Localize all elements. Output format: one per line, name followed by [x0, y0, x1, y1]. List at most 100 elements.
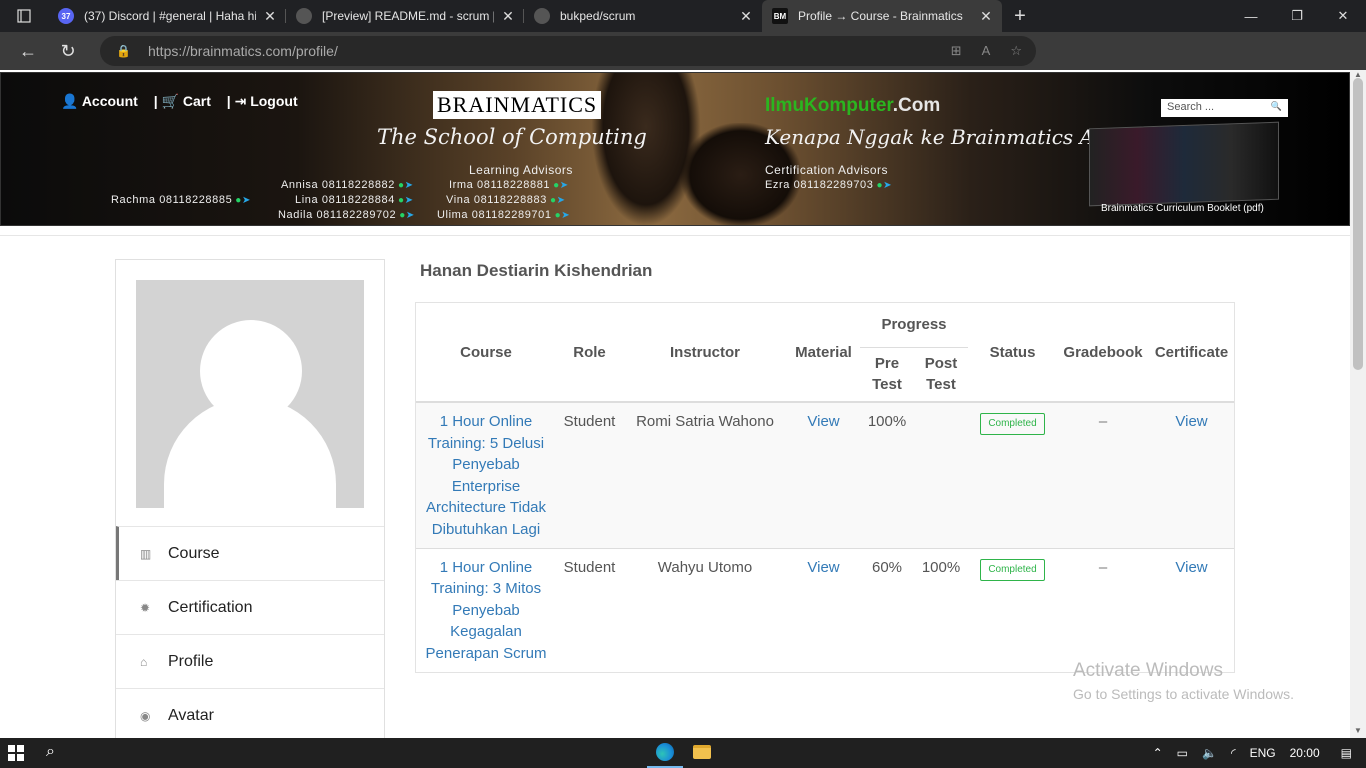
close-tab-icon[interactable]: ✕	[978, 8, 994, 25]
sidebar-item-avatar[interactable]: ◉ Avatar	[116, 688, 384, 738]
certificate-icon: ✹	[140, 600, 151, 615]
notifications-icon[interactable]: ▤	[1341, 746, 1352, 760]
tab-actions-icon	[17, 9, 31, 23]
logout-link[interactable]: ⇥ Logout	[235, 93, 304, 109]
site-search-input[interactable]: Search ... 🔍	[1161, 99, 1288, 117]
github-icon	[296, 8, 312, 24]
new-tab-button[interactable]: +	[1002, 5, 1038, 28]
language-indicator[interactable]: ENG	[1250, 746, 1276, 760]
contact-vina: Vina 08118228883 ●➤	[446, 194, 566, 206]
url-actions: ⊞ A ☆	[951, 43, 1022, 59]
contact-nadila: Nadila 081182289702 ●➤	[278, 209, 415, 221]
contact-lina: Lina 08118228884 ●➤	[295, 194, 414, 206]
course-link[interactable]: 1 Hour Online Training: 5 Delusi Penyeba…	[426, 413, 546, 538]
status-badge: Completed	[980, 558, 1045, 581]
browser-tab-bar: 37 (37) Discord | #general | Haha hi ✕ […	[0, 0, 1366, 32]
volume-icon[interactable]: 🔈	[1202, 746, 1217, 760]
app-available-icon[interactable]: ⊞	[951, 43, 962, 59]
windows-start-icon[interactable]	[8, 745, 24, 761]
back-button[interactable]: ←	[8, 32, 48, 70]
contact-annisa: Annisa 08118228882 ●➤	[281, 179, 414, 191]
contact-rachma: Rachma 08118228885 ●➤	[111, 194, 251, 206]
profile-name: Hanan Destiarin Kishendrian	[420, 261, 653, 280]
tab-brainmatics-profile[interactable]: BM Profile → Course - Brainmatics ✕	[762, 0, 1002, 32]
post-test-cell	[914, 402, 968, 548]
certificate-view-link[interactable]: View	[1175, 413, 1207, 430]
col-instructor: Instructor	[623, 303, 787, 403]
search-icon[interactable]: ⌕	[46, 743, 55, 761]
clock[interactable]: 20:00	[1290, 746, 1320, 760]
ilmukomputer-logo[interactable]: IlmuKomputer.Com	[765, 95, 940, 117]
sidebar-menu: ▥ Course ✹ Certification ⌂ Profile ◉ Ava…	[116, 526, 384, 738]
learning-advisors-title: Learning Advisors	[469, 163, 573, 177]
course-table: Course Role Instructor Material Progress…	[415, 302, 1235, 673]
cart-link[interactable]: 🛒 Cart	[162, 93, 217, 109]
gradebook-cell: –	[1098, 558, 1108, 576]
book-icon: ▥	[140, 546, 152, 561]
tab-discord[interactable]: 37 (37) Discord | #general | Haha hi ✕	[48, 0, 286, 32]
tab-actions-button[interactable]	[0, 0, 48, 32]
col-gradebook: Gradebook	[1057, 303, 1149, 403]
pre-test-cell: 60%	[871, 558, 903, 576]
gradebook-cell: –	[1098, 413, 1108, 430]
edge-icon	[656, 743, 674, 761]
col-post-test: Post Test	[914, 347, 968, 403]
read-aloud-icon[interactable]: A	[982, 43, 991, 59]
close-tab-icon[interactable]: ✕	[500, 8, 516, 25]
brainmatics-logo[interactable]: BRAINMATICS	[433, 91, 602, 119]
edge-taskbar-button[interactable]	[647, 738, 683, 768]
lock-icon: 🔒	[116, 44, 131, 58]
scroll-down-icon[interactable]: ▼	[1354, 726, 1362, 735]
battery-icon[interactable]: ▭	[1177, 746, 1188, 760]
account-links: 👤 Account | 🛒 Cart | ⇥ Logout	[61, 93, 310, 110]
material-view-link[interactable]: View	[807, 413, 839, 430]
avatar-placeholder	[136, 280, 364, 508]
discord-icon: 37	[58, 8, 74, 24]
search-icon[interactable]: 🔍	[1271, 101, 1282, 112]
sidebar-item-profile[interactable]: ⌂ Profile	[116, 634, 384, 688]
url-text: https://brainmatics.com/profile/	[148, 43, 338, 59]
instructor-cell: Wahyu Utomo	[657, 558, 753, 576]
col-course: Course	[416, 303, 556, 403]
user-circle-icon: ◉	[140, 708, 151, 723]
close-window-icon[interactable]: ✕	[1320, 0, 1366, 32]
minimize-icon[interactable]: —	[1228, 0, 1274, 32]
site-banner: 👤 Account | 🛒 Cart | ⇥ Logout BRAINMATIC…	[0, 72, 1350, 226]
brainmatics-favicon-icon: BM	[772, 8, 788, 24]
col-certificate: Certificate	[1149, 303, 1234, 403]
certificate-view-link[interactable]: View	[1175, 559, 1207, 576]
sidebar-item-course[interactable]: ▥ Course	[116, 526, 384, 580]
sidebar-item-label: Profile	[168, 652, 214, 670]
material-view-link[interactable]: View	[807, 559, 839, 576]
contact-ulima: Ulima 081182289701 ●➤	[437, 209, 571, 221]
page-scrollbar[interactable]: ▲ ▼	[1350, 70, 1366, 738]
network-icon[interactable]: ◜	[1231, 746, 1236, 760]
col-progress: Progress	[860, 303, 968, 348]
file-explorer-taskbar-button[interactable]	[684, 738, 720, 768]
reload-button[interactable]: ↻	[48, 32, 88, 70]
col-pre-test: Pre Test	[860, 347, 914, 403]
add-favorite-icon[interactable]: ☆	[1010, 43, 1022, 59]
restore-icon[interactable]: ❐	[1274, 0, 1320, 32]
booklet-caption[interactable]: Brainmatics Curriculum Booklet (pdf)	[1101, 203, 1264, 214]
close-tab-icon[interactable]: ✕	[262, 8, 278, 25]
tab-title: [Preview] README.md - scrum [C	[322, 9, 494, 23]
curriculum-booklet-image[interactable]	[1089, 121, 1279, 207]
post-test-cell: 100%	[921, 558, 961, 576]
course-link[interactable]: 1 Hour Online Training: 3 Mitos Penyebab…	[426, 559, 547, 662]
tab-bukped-scrum[interactable]: bukped/scrum ✕	[524, 0, 762, 32]
folder-icon	[693, 745, 711, 759]
github-icon	[534, 8, 550, 24]
sidebar-item-certification[interactable]: ✹ Certification	[116, 580, 384, 634]
tab-readme-preview[interactable]: [Preview] README.md - scrum [C ✕	[286, 0, 524, 32]
account-link[interactable]: 👤 Account	[61, 93, 144, 109]
close-tab-icon[interactable]: ✕	[738, 8, 754, 25]
home-icon: ⌂	[140, 654, 148, 669]
scroll-thumb[interactable]	[1353, 78, 1363, 370]
window-controls: — ❐ ✕	[1228, 0, 1366, 32]
windows-taskbar: ⌕ ⌃ ▭ 🔈 ◜ ENG 20:00 ▤	[0, 738, 1366, 768]
url-input[interactable]: 🔒 https://brainmatics.com/profile/ ⊞ A ☆	[100, 36, 1036, 66]
divider	[0, 235, 1350, 236]
sidebar-item-label: Course	[168, 544, 220, 562]
chevron-up-icon[interactable]: ⌃	[1153, 746, 1163, 760]
